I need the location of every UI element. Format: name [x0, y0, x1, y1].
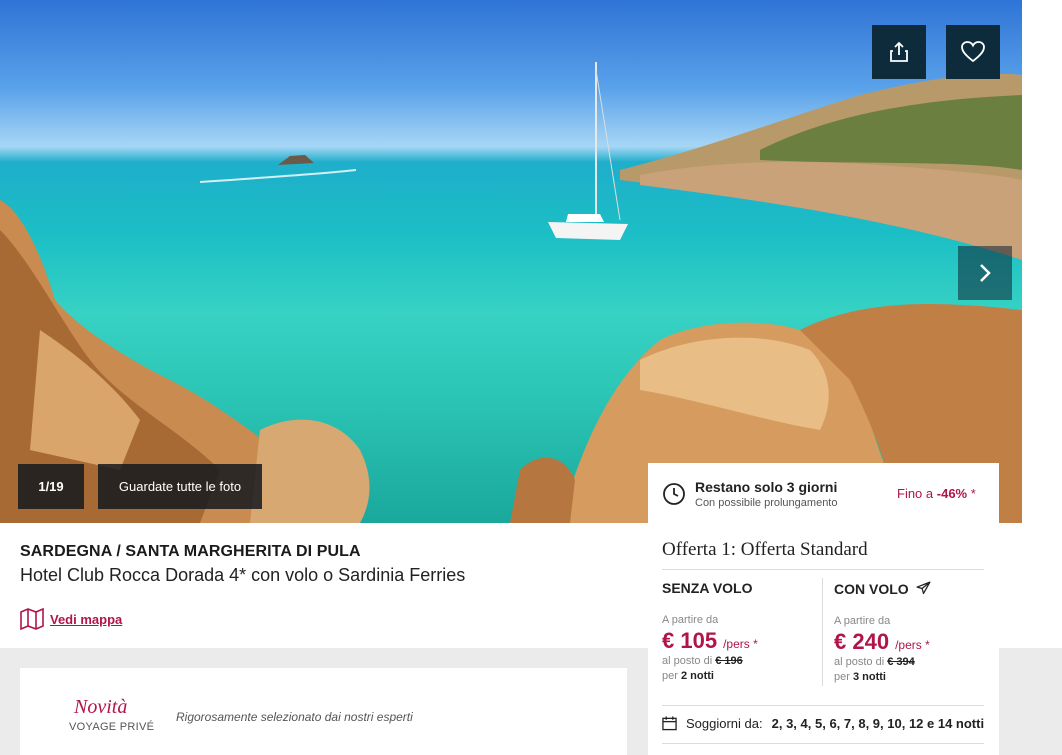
stay-durations: Soggiorni da: 2, 3, 4, 5, 6, 7, 8, 9, 10…	[662, 716, 984, 731]
page-margin	[1022, 0, 1062, 648]
old-price-row: al posto di € 394	[834, 656, 994, 668]
remaining-days: Restano solo 3 giorni	[695, 479, 838, 495]
view-map-link[interactable]: Vedi mappa	[20, 608, 122, 630]
option-title: SENZA VOLO	[662, 580, 753, 596]
favorite-button[interactable]	[946, 25, 1000, 79]
photo-counter: 1/19	[18, 464, 84, 509]
clock-icon	[663, 483, 685, 505]
price-value: € 240	[834, 629, 890, 654]
see-all-photos-button[interactable]: Guardate tutte le foto	[98, 464, 262, 509]
old-price-prefix: al posto di	[834, 656, 885, 668]
offer-page: 1/19 Guardate tutte le foto SARDEGNA / S…	[0, 0, 1062, 755]
divider	[662, 569, 984, 570]
view-map-label[interactable]: Vedi mappa	[50, 612, 122, 627]
old-price-row: al posto di € 196	[662, 655, 822, 667]
from-label: A partire da	[662, 614, 719, 626]
next-photo-button[interactable]	[958, 246, 1012, 300]
option-title: CON VOLO	[834, 580, 909, 597]
chevron-right-icon	[980, 264, 991, 282]
heart-icon	[961, 41, 985, 63]
column-divider	[822, 578, 823, 686]
price-row: € 105 /pers *	[662, 628, 822, 654]
stays-values: 2, 3, 4, 5, 6, 7, 8, 9, 10, 12 e 14 nott…	[771, 716, 985, 731]
novita-card: Novità VOYAGE PRIVÉ Rigorosamente selezi…	[20, 668, 627, 755]
price-row: € 240 /pers *	[834, 629, 994, 655]
map-icon	[20, 608, 44, 630]
price-value: € 105	[662, 628, 718, 653]
share-button[interactable]	[872, 25, 926, 79]
hero-photo[interactable]: 1/19 Guardate tutte le foto	[0, 0, 1022, 523]
option-without-flight[interactable]: SENZA VOLO A partire da € 105 /pers * al…	[662, 580, 822, 686]
discount-prefix: Fino a	[897, 486, 934, 501]
stays-label: Soggiorni da:	[686, 716, 763, 731]
per-person-label: /pers *	[895, 638, 930, 652]
countdown-banner: Restano solo 3 giorni Con possibile prol…	[648, 463, 999, 523]
discount-badge: Fino a -46% *	[897, 486, 976, 501]
nights-prefix: per	[662, 670, 678, 682]
extension-note: Con possibile prolungamento	[695, 497, 838, 509]
nights-count: 2 notti	[680, 670, 714, 682]
share-icon	[890, 41, 908, 62]
hotel-name: Hotel Club Rocca Dorada 4* con volo o Sa…	[20, 565, 466, 585]
beach-scene-illustration	[0, 62, 1022, 523]
divider	[662, 743, 984, 744]
novita-title: Novità	[74, 696, 128, 718]
offer-title: Offerta 1: Offerta Standard	[662, 539, 868, 560]
old-price: € 394	[887, 656, 915, 668]
from-label: A partire da	[834, 615, 891, 627]
nights-row: per 2 notti	[662, 670, 822, 682]
booking-panel: Restano solo 3 giorni Con possibile prol…	[648, 463, 999, 755]
nights-count: 3 notti	[852, 671, 886, 683]
old-price: € 196	[715, 655, 743, 667]
nights-row: per 3 notti	[834, 671, 994, 683]
calendar-icon	[662, 716, 677, 731]
airplane-icon	[916, 581, 931, 595]
novita-description: Rigorosamente selezionato dai nostri esp…	[176, 710, 413, 724]
option-with-flight[interactable]: CON VOLO A partire da € 240 /pers * al p…	[834, 580, 994, 686]
discount-value: -46%	[936, 486, 968, 501]
divider	[662, 705, 984, 706]
discount-asterisk: *	[970, 486, 976, 501]
nights-prefix: per	[834, 671, 850, 683]
novita-subtitle: VOYAGE PRIVÉ	[69, 721, 155, 733]
location-title: SARDEGNA / SANTA MARGHERITA DI PULA	[20, 543, 361, 560]
option-title-with-flight: CON VOLO	[834, 580, 994, 597]
per-person-label: /pers *	[723, 637, 758, 651]
old-price-prefix: al posto di	[662, 655, 713, 667]
